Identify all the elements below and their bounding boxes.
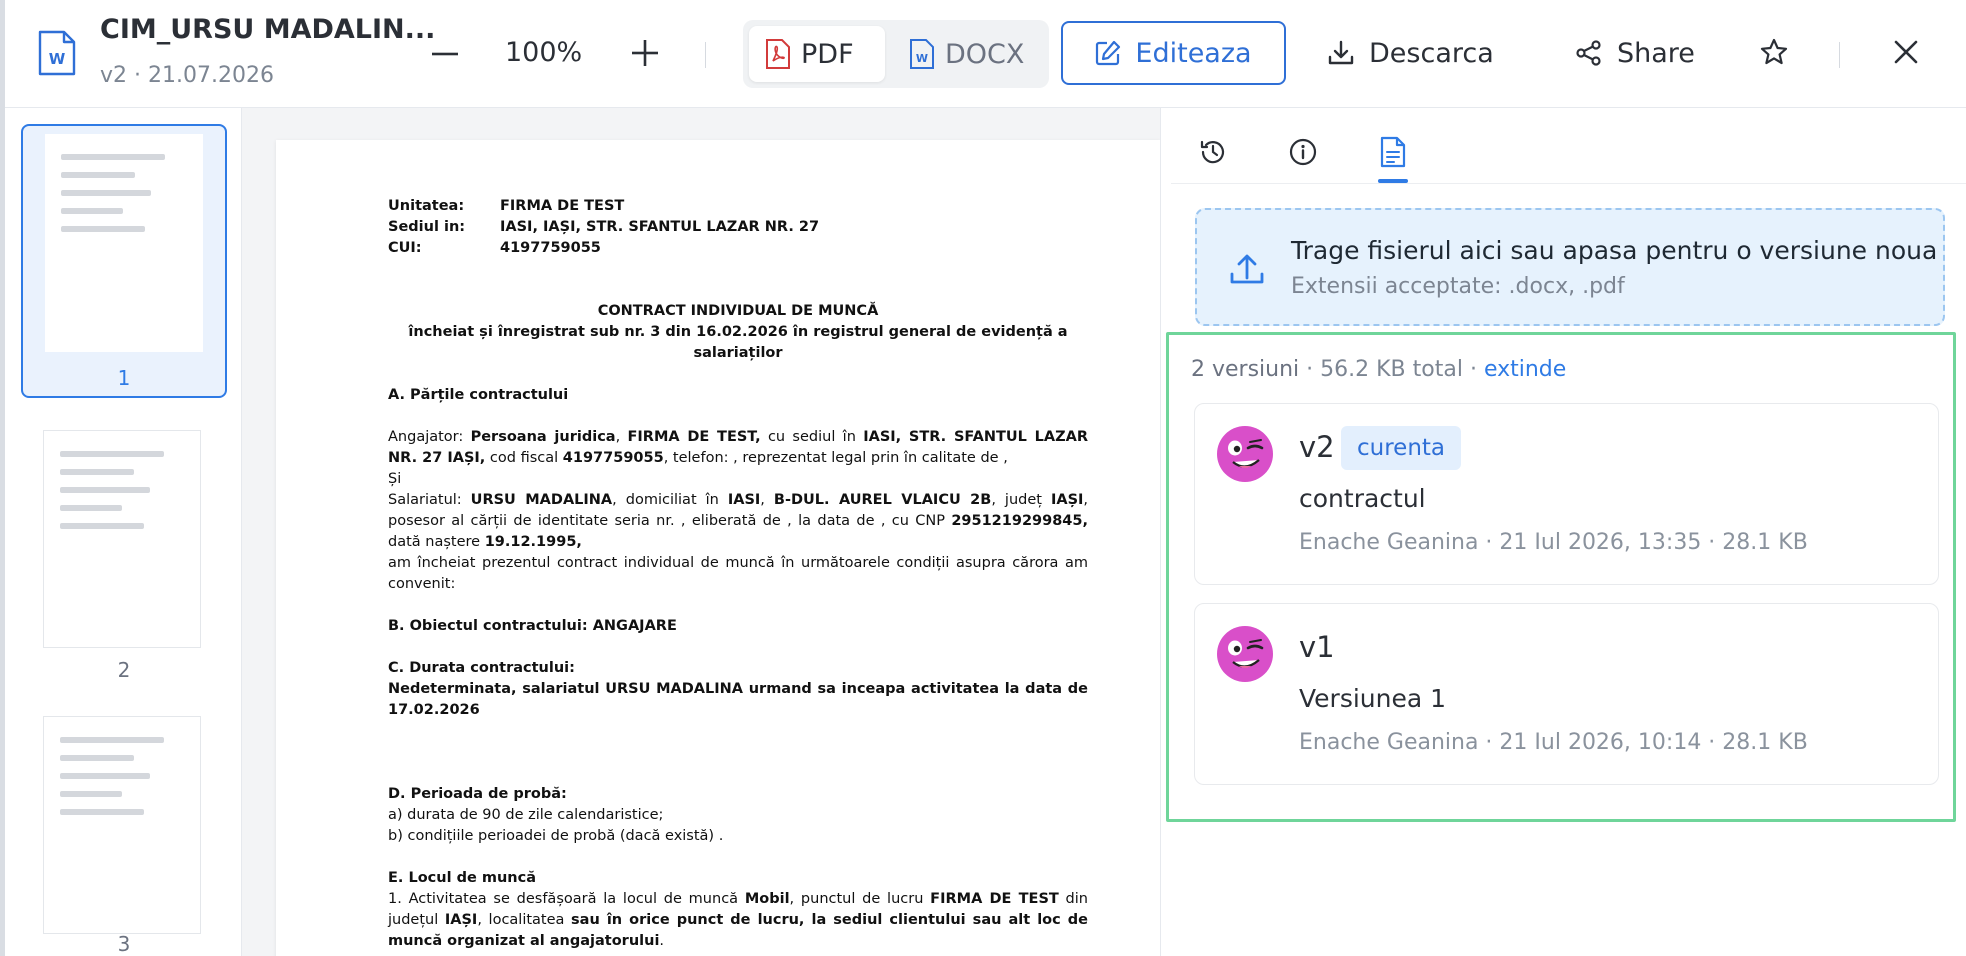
format-docx-label: DOCX: [945, 38, 1025, 70]
thumbnail-number: 1: [117, 366, 131, 390]
download-icon: [1328, 40, 1354, 65]
versions-size: · 56.2 KB total ·: [1299, 357, 1484, 382]
word-doc-icon: W: [38, 30, 76, 76]
agreement-paragraph: am încheiat prezentul contract individua…: [388, 555, 1088, 592]
versions-count: 2 versiuni: [1191, 357, 1300, 382]
thumbnail-preview: [43, 716, 201, 934]
pdf-icon: [766, 39, 790, 69]
svg-text:W: W: [916, 52, 928, 65]
avatar-icon: [1217, 626, 1273, 682]
plus-icon: [632, 40, 658, 66]
upload-title: Trage fisierul aici sau apasa pentru o v…: [1291, 236, 1938, 265]
thumbnail-preview: [45, 134, 203, 352]
thumbnail-page-3[interactable]: 3: [21, 706, 227, 956]
close-icon: [1894, 40, 1918, 64]
star-icon: [1760, 38, 1788, 65]
unit-label: Unitatea:: [388, 198, 465, 214]
section-d-heading: D. Perioada de probă:: [388, 786, 567, 802]
document-viewer[interactable]: Unitatea: FIRMA DE TEST Sediul in: IASI, I…: [242, 108, 1160, 956]
info-icon: [1289, 138, 1317, 166]
contract-subheading: încheiat și înregistrat sub nr. 3 din 16…: [408, 324, 1068, 361]
tab-history[interactable]: [1191, 130, 1235, 174]
probation-b: b) condițiile perioadei de probă (dacă e…: [388, 828, 724, 844]
versions-section: 2 versiuni · 56.2 KB total · extinde v2 …: [1166, 332, 1956, 822]
upload-icon: [1230, 254, 1264, 284]
version-card-v1[interactable]: v1 Versiunea 1 Enache Geanina · 21 Iul 2…: [1194, 603, 1939, 785]
zoom-level: 100%: [505, 37, 583, 68]
current-badge: curenta: [1341, 426, 1462, 470]
format-docx-button[interactable]: W DOCX: [893, 26, 1043, 82]
share-label: Share: [1617, 37, 1695, 69]
history-icon: [1200, 140, 1225, 164]
close-button[interactable]: [1884, 30, 1928, 74]
section-c-heading: C. Durata contractului:: [388, 660, 575, 676]
zoom-out-button[interactable]: [425, 36, 465, 72]
version-name: v2: [1299, 430, 1335, 464]
document-icon: [1380, 136, 1406, 168]
thumbnail-page-2[interactable]: 2: [21, 420, 227, 694]
thumbnail-preview: [43, 430, 201, 648]
side-panel: Trage fisierul aici sau apasa pentru o v…: [1160, 108, 1966, 956]
format-pdf-label: PDF: [801, 38, 854, 70]
divider: [1839, 42, 1840, 68]
tabs-divider: [1171, 183, 1966, 184]
probation-a: a) durata de 90 de zile calendaristice;: [388, 807, 664, 823]
tab-versions[interactable]: [1371, 130, 1415, 174]
minus-icon: [432, 52, 458, 56]
document-title: CIM_URSU MADALIN...: [100, 14, 436, 45]
page-thumbnails: 1 2 3: [5, 108, 242, 956]
document-version-date: v2 · 21.07.2026: [100, 63, 274, 88]
divider: [705, 42, 706, 68]
employer-paragraph: Angajator: Persoana juridica, FIRMA DE T…: [388, 429, 1089, 466]
section-b-heading: B. Obiectul contractului: ANGAJARE: [388, 618, 677, 634]
download-button[interactable]: Descarca: [1327, 24, 1494, 82]
section-e-heading: E. Locul de muncă: [388, 870, 536, 886]
edit-icon: [1096, 40, 1121, 66]
employee-paragraph: Salariatul: URSU MADALINA, domiciliat în…: [388, 492, 1089, 550]
contract-heading: CONTRACT INDIVIDUAL DE MUNCĂ: [597, 303, 879, 319]
app-window: W CIM_URSU MADALIN... v2 · 21.07.2026 10…: [0, 0, 1966, 956]
thumbnail-number: 3: [117, 932, 131, 956]
share-button[interactable]: Share: [1575, 24, 1695, 82]
format-switch: PDF W DOCX: [743, 20, 1049, 88]
and-text: Și: [388, 471, 402, 487]
thumbnail-number: 2: [117, 658, 131, 682]
document-page: Unitatea: FIRMA DE TEST Sediul in: IASI, I…: [276, 140, 1160, 956]
version-description: contractul: [1299, 484, 1426, 513]
upload-extensions: Extensii acceptate: .docx, .pdf: [1291, 274, 1625, 299]
cui-label: CUI:: [388, 240, 422, 256]
avatar-icon: [1217, 426, 1273, 482]
docx-icon: W: [910, 39, 934, 69]
thumbnail-page-1[interactable]: 1: [21, 124, 227, 398]
version-name: v1: [1299, 630, 1335, 664]
zoom-in-button[interactable]: [625, 33, 665, 73]
seat-value: IASI, IAȘI, STR. SFANTUL LAZAR NR. 27: [500, 219, 820, 235]
download-label: Descarca: [1369, 37, 1494, 69]
version-description: Versiunea 1: [1299, 684, 1447, 713]
format-pdf-button[interactable]: PDF: [749, 26, 885, 82]
tab-info[interactable]: [1281, 130, 1325, 174]
edit-button[interactable]: Editeaza: [1061, 21, 1286, 85]
version-card-v2[interactable]: v2 curenta contractul Enache Geanina · 2…: [1194, 403, 1939, 585]
cui-value: 4197759055: [500, 240, 601, 256]
section-a-heading: A. Părțile contractului: [388, 387, 569, 403]
version-meta: Enache Geanina · 21 Iul 2026, 13:35 · 28…: [1299, 530, 1808, 555]
viewer-header: W CIM_URSU MADALIN... v2 · 21.07.2026 10…: [5, 0, 1966, 108]
edit-label: Editeaza: [1135, 37, 1252, 69]
upload-dropzone[interactable]: Trage fisierul aici sau apasa pentru o v…: [1195, 208, 1945, 326]
duration-text: Nedeterminata, salariatul URSU MADALINA …: [388, 681, 1088, 718]
versions-summary: 2 versiuni · 56.2 KB total · extinde: [1191, 357, 1566, 382]
unit-value: FIRMA DE TEST: [500, 198, 625, 214]
document-content: Unitatea: FIRMA DE TEST Sediul in: IASI, I…: [388, 196, 1088, 952]
version-meta: Enache Geanina · 21 Iul 2026, 10:14 · 28…: [1299, 730, 1808, 755]
favorite-button[interactable]: [1752, 30, 1796, 74]
expand-link[interactable]: extinde: [1484, 357, 1566, 382]
workplace-paragraph: 1. Activitatea se desfășoară la locul de…: [388, 891, 1088, 949]
share-icon: [1576, 40, 1601, 66]
seat-label: Sediul in:: [388, 219, 466, 235]
svg-text:W: W: [49, 50, 66, 68]
